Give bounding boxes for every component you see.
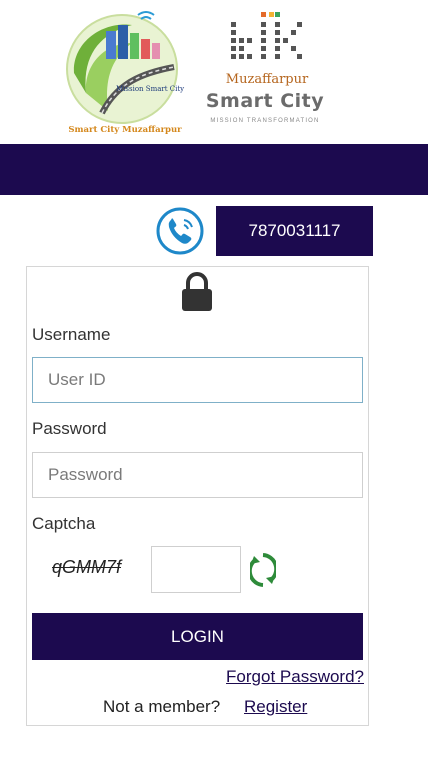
password-label: Password [32,419,107,438]
captcha-label: Captcha [32,514,96,533]
login-button[interactable]: LOGIN [32,613,363,660]
phone-icon [155,206,205,256]
muzaffarpur-smart-city-logo: Muzaffarpur Smart City MISSION TRANSFORM… [205,6,325,130]
password-input[interactable] [32,452,363,498]
left-logo-banner-text: Mission Smart City [116,85,184,93]
forgot-password-link[interactable]: Forgot Password? [226,667,364,687]
right-logo-city: Muzaffarpur [225,72,309,87]
smart-city-muzaffarpur-logo: Mission Smart City Smart City Muzaffarpu… [62,3,188,137]
captcha-image-text: qGMM7f [52,557,122,577]
username-input[interactable] [32,357,363,403]
refresh-captcha-icon[interactable] [247,550,279,590]
phone-number[interactable]: 7870031117 [216,206,373,256]
username-label: Username [32,325,111,344]
lock-icon [180,272,214,312]
register-link[interactable]: Register [244,697,307,717]
right-logo-tagline: MISSION TRANSFORMATION [210,118,320,124]
header-bar [0,144,428,195]
captcha-input[interactable] [151,546,241,593]
left-logo-caption: Smart City Muzaffarpur [68,125,182,135]
not-member-text: Not a member? [103,697,221,716]
right-logo-title: Smart City [205,90,325,112]
